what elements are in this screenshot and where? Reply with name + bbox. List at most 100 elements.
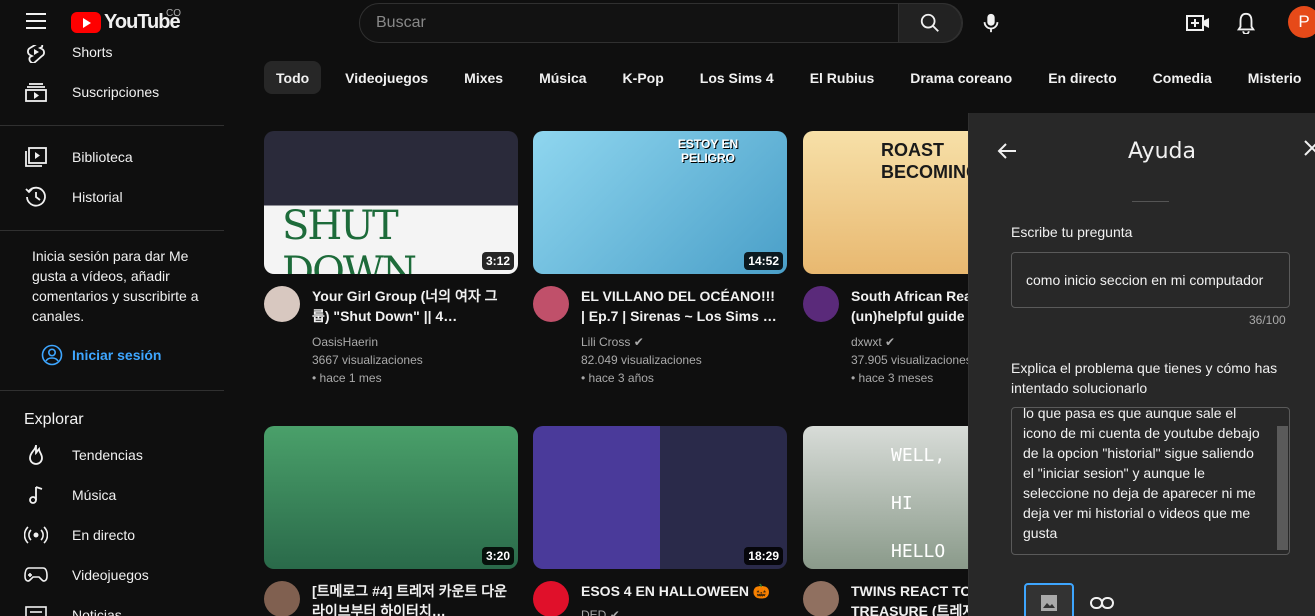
link-icon (1090, 597, 1114, 609)
video-title[interactable]: Your Girl Group (너의 여자 그룹) "Shut Down" |… (312, 286, 512, 326)
sidebar-item-shorts[interactable]: Shorts (0, 45, 224, 72)
avatar[interactable]: P (1288, 6, 1315, 38)
top-bar: YouTube CO P (0, 0, 1315, 45)
flame-icon (24, 443, 48, 467)
sidebar-item-news[interactable]: Noticias (0, 595, 224, 616)
scrollbar[interactable] (1277, 426, 1288, 550)
question-input[interactable]: como inicio seccion en mi computador (1011, 252, 1290, 308)
thumbnail-caption: ROAST BECOMING (881, 140, 980, 182)
subscriptions-icon (24, 80, 48, 104)
news-icon (24, 603, 48, 616)
channel-name[interactable]: dxwxt (851, 335, 882, 349)
divider (0, 125, 224, 126)
explore-title: Explorar (24, 411, 84, 428)
chip-musica[interactable]: Música (521, 61, 604, 94)
sidebar-item-music[interactable]: Música (0, 475, 224, 515)
problem-textarea[interactable]: lo que pasa es que aunque sale el icono … (1011, 407, 1290, 555)
verified-icon: ✔ (609, 608, 620, 616)
channel-avatar[interactable] (533, 581, 569, 616)
chip-kpop[interactable]: K-Pop (605, 61, 682, 94)
image-icon (1041, 595, 1057, 611)
chip-videojuegos[interactable]: Videojuegos (327, 61, 446, 94)
youtube-logo[interactable]: YouTube (71, 11, 181, 33)
music-note-icon (24, 483, 48, 507)
signin-label: Iniciar sesión (72, 347, 162, 363)
close-icon (1304, 140, 1315, 156)
chip-todo[interactable]: Todo (264, 61, 322, 94)
video-thumbnail[interactable]: ESTOY EN PELIGRO 14:52 (533, 131, 787, 274)
video-duration: 3:20 (481, 547, 514, 565)
video-title[interactable]: [트메로그 #4] 트레저 카운트 다운 라이브부터 하이터치… (312, 581, 512, 616)
search-box (359, 3, 963, 43)
verified-icon: ✔ (633, 335, 644, 349)
chip-drama-coreano[interactable]: Drama coreano (892, 61, 1030, 94)
thumbnail-caption: WELL, HI HELLO (891, 445, 946, 562)
channel-avatar[interactable] (803, 286, 839, 322)
search-button[interactable] (898, 3, 962, 43)
chip-mixes[interactable]: Mixes (446, 61, 521, 94)
channel-avatar[interactable] (264, 581, 300, 616)
attach-link-button[interactable] (1090, 596, 1114, 614)
sidebar-item-history[interactable]: Historial (0, 177, 224, 217)
shorts-icon (24, 45, 48, 64)
search-icon (920, 13, 939, 32)
divider (0, 390, 224, 391)
video-thumbnail[interactable]: 18:29 (533, 426, 787, 569)
channel-avatar[interactable] (264, 286, 300, 322)
country-code: CO (166, 8, 181, 19)
channel-name[interactable]: DED (581, 608, 606, 616)
sidebar-item-label: Biblioteca (72, 149, 133, 165)
menu-icon[interactable] (26, 13, 46, 29)
chip-comedia[interactable]: Comedia (1135, 61, 1230, 94)
search-input[interactable] (360, 4, 900, 42)
video-title[interactable]: EL VILLANO DEL OCÉANO!!! | Ep.7 | Sirena… (581, 286, 781, 326)
channel-name[interactable]: OasisHaerin (312, 333, 512, 351)
video-thumbnail[interactable]: 3:20 (264, 426, 518, 569)
sidebar-item-label: En directo (72, 527, 136, 543)
sidebar-item-live[interactable]: En directo (0, 515, 224, 555)
channel-avatar[interactable] (803, 581, 839, 616)
mic-icon (983, 13, 999, 33)
video-duration: 3:12 (481, 252, 514, 270)
verified-icon: ✔ (885, 335, 896, 349)
mic-button[interactable] (972, 4, 1010, 42)
character-count: 36/100 (1249, 313, 1286, 327)
signin-button[interactable]: Iniciar sesión (32, 341, 161, 369)
problem-text: lo que pasa es que aunque sale el icono … (1023, 407, 1260, 541)
video-duration: 14:52 (744, 252, 783, 270)
sidebar-item-label: Shorts (72, 45, 113, 60)
chip-en-directo[interactable]: En directo (1030, 61, 1134, 94)
notifications-button[interactable] (1231, 8, 1261, 38)
back-button[interactable] (995, 139, 1019, 163)
channel-avatar[interactable] (533, 286, 569, 322)
video-thumbnail[interactable]: SHUT DOWN 3:12 (264, 131, 518, 274)
divider (0, 230, 224, 231)
help-panel: Ayuda Escribe tu pregunta como inicio se… (968, 113, 1315, 616)
attach-image-button[interactable] (1024, 583, 1074, 616)
video-duration: 18:29 (744, 547, 783, 565)
view-count: 3667 visualizaciones (312, 353, 423, 367)
create-button[interactable] (1183, 8, 1213, 38)
sidebar-item-subscriptions[interactable]: Suscripciones (0, 72, 224, 112)
chip-el-rubius[interactable]: El Rubius (792, 61, 893, 94)
sidebar: Shorts Suscripciones Biblioteca Historia… (0, 45, 224, 616)
youtube-play-icon (71, 11, 101, 33)
problem-label: Explica el problema que tienes y cómo ha… (1011, 360, 1278, 396)
live-icon (24, 523, 48, 547)
close-button[interactable] (1303, 139, 1315, 163)
video-title[interactable]: ESOS 4 EN HALLOWEEN 🎃 (581, 581, 781, 601)
filter-chips: Todo Videojuegos Mixes Música K-Pop Los … (264, 61, 1315, 94)
sidebar-item-label: Suscripciones (72, 84, 160, 100)
view-count: 82.049 visualizaciones (581, 353, 702, 367)
sidebar-item-library[interactable]: Biblioteca (0, 137, 224, 177)
sidebar-item-label: Videojuegos (72, 567, 149, 583)
chip-los-sims-4[interactable]: Los Sims 4 (682, 61, 792, 94)
sidebar-item-trending[interactable]: Tendencias (0, 435, 224, 475)
video-meta: Lili Cross ✔ 82.049 visualizaciones • ha… (581, 333, 781, 387)
sidebar-item-gaming[interactable]: Videojuegos (0, 555, 224, 595)
account-icon (40, 343, 64, 367)
signin-prompt: Inicia sesión para dar Me gusta a vídeos… (32, 248, 199, 324)
chip-misterio[interactable]: Misterio (1230, 61, 1315, 94)
channel-name[interactable]: Lili Cross (581, 335, 630, 349)
upload-age: • hace 1 mes (312, 371, 382, 385)
